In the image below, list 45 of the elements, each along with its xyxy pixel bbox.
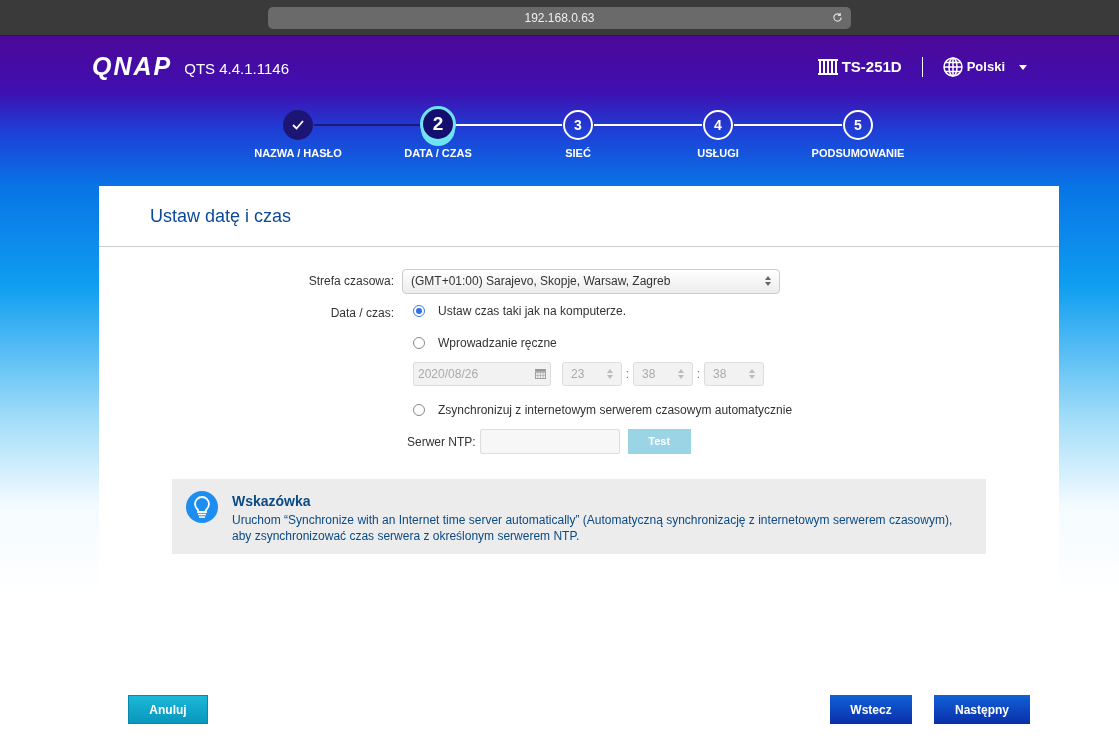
globe-icon	[942, 57, 963, 77]
field-label: Data / czas:	[329, 305, 395, 322]
radio-option[interactable]: Zsynchronizuj z internetowym serwerem czasowym automatycznie	[413, 400, 793, 420]
qnap-logo: QNAP	[92, 51, 173, 83]
updown-icon	[607, 369, 613, 379]
device-name: TS-251D	[841, 56, 902, 77]
hint-title: Wskazówka	[232, 492, 312, 511]
step-marker[interactable]: 5	[843, 110, 873, 140]
panel-title: Ustaw datę i czas	[150, 204, 292, 228]
server-icon	[817, 59, 838, 75]
step-label: DATA / CZAS	[404, 146, 472, 161]
radio-option[interactable]: Wprowadzanie ręczne	[413, 333, 793, 353]
lightbulb-icon	[186, 491, 218, 523]
step-label: SIEĆ	[565, 146, 591, 161]
radio-button[interactable]	[413, 305, 425, 317]
version-text: QTS 4.4.1.1146	[184, 58, 290, 79]
address-bar[interactable]: 192.168.0.63	[268, 6, 851, 29]
updown-icon	[749, 369, 755, 379]
url-text: 192.168.0.63	[524, 9, 595, 27]
reload-icon[interactable]	[832, 12, 843, 23]
step-label: USŁUGI	[697, 146, 739, 161]
ntp-server-field[interactable]	[479, 429, 620, 454]
language-selector[interactable]: Polski	[942, 57, 1027, 77]
updown-icon	[765, 276, 771, 286]
step-label: NAZWA / HASŁO	[254, 146, 342, 161]
check-icon	[292, 120, 304, 130]
step-label: PODSUMOWANIE	[811, 146, 905, 161]
hint-text: Uruchom “Synchronize with an Internet time server automatically” (Automatyczną synchronizację z internetowym serwerem czasowym), aby zsynchronizować czas serwera z określonym serwerem NTP.	[232, 512, 954, 544]
step-marker[interactable]: 3	[563, 110, 593, 140]
back-button[interactable]: Wstecz	[830, 695, 912, 724]
timezone-dropdown[interactable]: (GMT+01:00) Sarajevo, Skopje, Warsaw, Zagreb	[402, 268, 780, 294]
time-separator: :	[624, 366, 631, 383]
radio-button[interactable]	[413, 337, 425, 349]
updown-icon	[678, 369, 684, 379]
completed-step-marker[interactable]	[283, 110, 313, 140]
field-label: Serwer NTP:	[407, 433, 476, 451]
radio-button[interactable]	[413, 404, 425, 416]
caret-icon	[1019, 64, 1027, 70]
field-label: Strefa czasowa:	[307, 273, 395, 290]
current-step-marker[interactable]: 2	[420, 106, 456, 142]
radio-option[interactable]: Ustaw czas taki jak na komputerze.	[413, 301, 793, 321]
calendar-icon	[535, 369, 546, 379]
step-marker[interactable]: 4	[703, 110, 733, 140]
time-separator: :	[695, 366, 702, 383]
next-button[interactable]: Następny	[934, 695, 1030, 724]
